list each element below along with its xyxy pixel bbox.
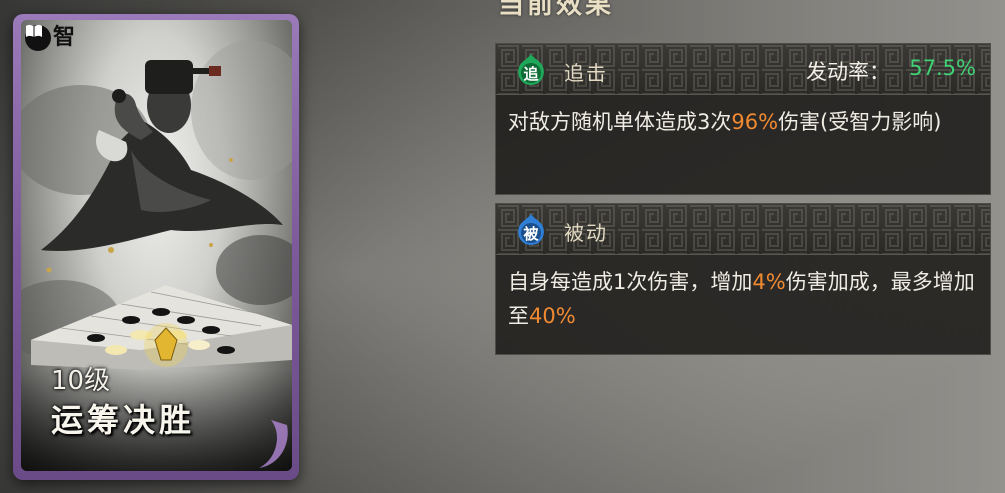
- skill-card[interactable]: 智 10级 运筹决胜: [13, 14, 299, 480]
- skill-level: 10级: [51, 366, 111, 396]
- effect-header: 被 被动: [496, 204, 990, 255]
- effect-type-label: 追击: [564, 61, 608, 85]
- trigger-rate-value: 57.5%: [909, 56, 976, 80]
- effect-type-label: 被动: [564, 221, 608, 245]
- effect-header: 追 追击 发动率： 57.5%: [496, 44, 990, 95]
- passive-icon: 被: [514, 213, 548, 247]
- pursuit-icon: 追: [514, 53, 548, 87]
- skill-card-artwork: 智 10级 运筹决胜: [21, 20, 292, 471]
- damage-percent: 96%: [731, 110, 779, 134]
- section-title: 当前效果: [498, 0, 615, 20]
- effect-card-passive: 被 被动 自身每造成1次伤害，增加4%伤害加成，最多增加至40%: [495, 203, 991, 355]
- type-label: 智: [53, 25, 76, 50]
- damage-bonus-percent: 4%: [752, 270, 786, 294]
- type-badge: 智: [25, 24, 75, 52]
- effect-description: 对敌方随机单体造成3次96%伤害(受智力影响): [508, 110, 942, 134]
- effect-card-pursuit: 追 追击 发动率： 57.5% 对敌方随机单体造成3次96%伤害(受智力影响): [495, 43, 991, 195]
- max-bonus-percent: 40%: [529, 304, 576, 328]
- trigger-rate-label: 发动率：: [806, 60, 890, 84]
- skill-name: 运筹决胜: [51, 401, 196, 439]
- book-icon: [25, 24, 51, 51]
- effect-description: 自身每造成1次伤害，增加4%伤害加成，最多增加至40%: [508, 270, 975, 328]
